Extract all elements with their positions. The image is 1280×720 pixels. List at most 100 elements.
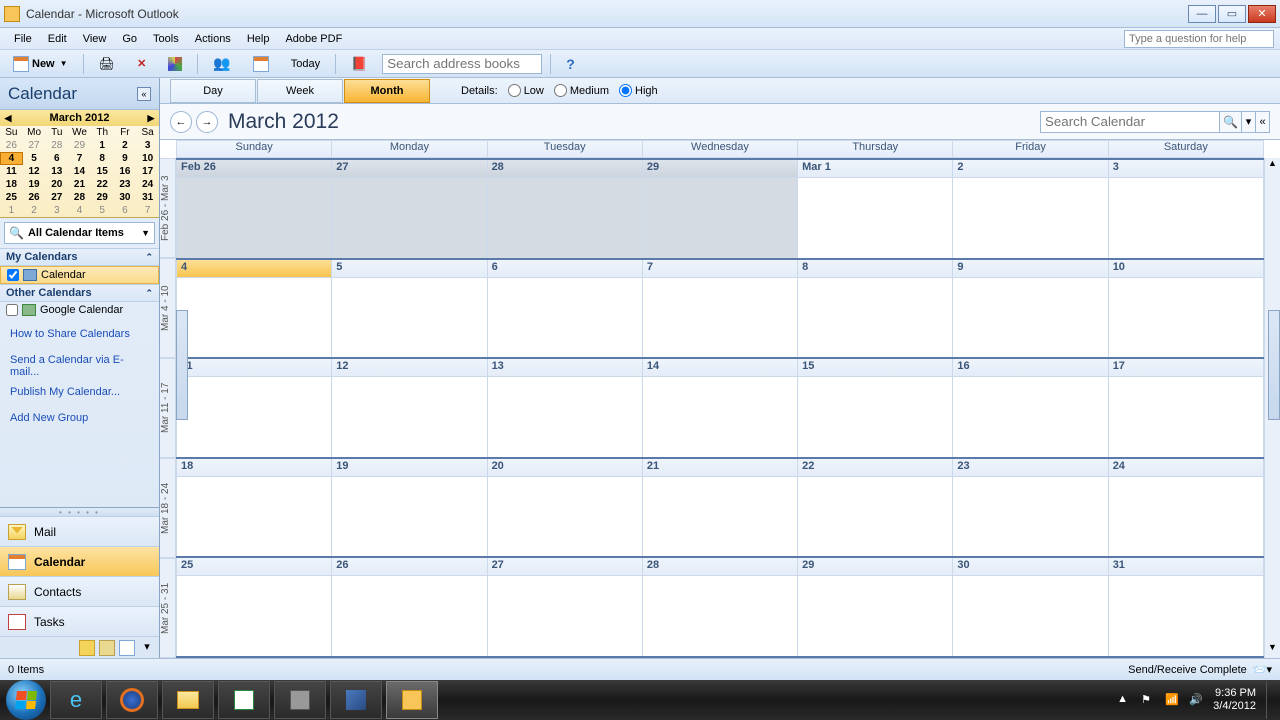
day-cell[interactable]: 14 [643,359,798,457]
mini-cal-day[interactable]: 14 [68,165,91,178]
mini-cal-day[interactable]: 2 [114,139,137,152]
search-button[interactable] [1220,111,1242,133]
mini-cal-day[interactable]: 29 [91,191,114,204]
address-book-search[interactable] [382,54,542,74]
day-cell[interactable]: 2 [953,160,1108,258]
day-cell[interactable]: Mar 1 [798,160,953,258]
details-medium[interactable]: Medium [554,84,609,97]
menu-help[interactable]: Help [239,31,278,47]
mini-cal-day[interactable]: 26 [0,139,23,152]
menu-adobe-pdf[interactable]: Adobe PDF [277,31,350,47]
next-month-button[interactable]: ▶ [145,113,157,124]
address-book-button[interactable]: 📕 [344,53,374,75]
mini-cal-day[interactable]: 22 [91,178,114,191]
day-cell[interactable]: 15 [798,359,953,457]
notes-icon[interactable] [79,640,95,656]
calendar-checkbox[interactable] [7,269,19,281]
day-cell[interactable]: 30 [953,558,1108,656]
day-cell[interactable]: 28 [643,558,798,656]
mini-cal-day[interactable]: 23 [114,178,137,191]
mini-cal-day[interactable]: 6 [114,204,137,217]
calendar-filter-dropdown[interactable]: All Calendar Items ▼ [4,222,155,244]
nav-tasks[interactable]: Tasks [0,606,159,636]
mini-cal-day[interactable]: 1 [0,204,23,217]
taskbar-outlook[interactable] [386,681,438,719]
mini-cal-day[interactable]: 25 [0,191,23,204]
day-cell[interactable]: 22 [798,459,953,557]
taskbar-excel[interactable] [218,681,270,719]
day-cell[interactable]: 28 [488,160,643,258]
mini-cal-day[interactable]: 20 [45,178,68,191]
day-cell[interactable]: 26 [332,558,487,656]
day-cell[interactable]: 25 [176,558,332,656]
minimize-button[interactable]: — [1188,5,1216,23]
menu-file[interactable]: File [6,31,40,47]
mini-cal-day[interactable]: 3 [136,139,159,152]
mini-cal-day[interactable]: 30 [114,191,137,204]
collapse-sidebar-button[interactable]: « [137,87,151,101]
day-cell[interactable]: 12 [332,359,487,457]
menu-view[interactable]: View [75,31,115,47]
day-cell[interactable]: 23 [953,459,1108,557]
day-cell[interactable]: 20 [488,459,643,557]
new-button[interactable]: New ▼ [6,53,75,75]
my-calendars-header[interactable]: My Calendars ⌃ [0,248,159,266]
week-label[interactable]: Mar 18 - 24 [160,458,176,558]
tray-flag-icon[interactable]: ⚑ [1141,693,1155,707]
mini-cal-day[interactable]: 7 [68,152,91,165]
mini-cal-day[interactable]: 9 [114,152,137,165]
mini-cal-day[interactable]: 4 [0,152,23,165]
mini-cal-day[interactable]: 10 [136,152,159,165]
mini-cal-day[interactable]: 1 [91,139,114,152]
mini-cal-day[interactable]: 4 [68,204,91,217]
mini-cal-day[interactable]: 6 [45,152,68,165]
scroll-down-button[interactable]: ▼ [1265,642,1280,658]
shortcuts-icon[interactable] [119,640,135,656]
send-calendar-link[interactable]: Send a Calendar via E-mail... [0,350,159,382]
google-calendar-checkbox[interactable] [6,304,18,316]
day-cell[interactable]: Feb 26 [176,160,332,258]
close-button[interactable]: ✕ [1248,5,1276,23]
nav-calendar[interactable]: Calendar [0,546,159,576]
week-label[interactable]: Mar 25 - 31 [160,558,176,658]
day-cell[interactable]: 24 [1109,459,1264,557]
categorize-button[interactable] [161,53,189,75]
search-options-button[interactable]: ▾ [1242,111,1256,133]
mini-cal-day[interactable]: 31 [136,191,159,204]
month-view-tab[interactable]: Month [344,79,430,103]
mini-cal-day[interactable]: 28 [45,139,68,152]
day-cell[interactable]: 7 [643,260,798,358]
show-desktop-button[interactable] [1266,681,1274,719]
send-receive-icon[interactable]: 📨▾ [1253,663,1272,676]
splitter-handle[interactable]: • • • • • [0,508,159,516]
day-cell[interactable]: 29 [798,558,953,656]
tray-clock[interactable]: 9:36 PM 3/4/2012 [1213,687,1256,713]
calendar-item[interactable]: Calendar [0,266,159,284]
day-cell[interactable]: 29 [643,160,798,258]
taskbar-firefox[interactable] [106,681,158,719]
calendar-search-input[interactable] [1040,111,1220,133]
day-cell[interactable]: 5 [332,260,487,358]
day-cell[interactable]: 11 [176,359,332,457]
taskbar-app2[interactable] [330,681,382,719]
day-cell[interactable]: 18 [176,459,332,557]
day-cell[interactable]: 4 [176,260,332,358]
mini-cal-day[interactable]: 27 [45,191,68,204]
day-cell[interactable]: 9 [953,260,1108,358]
mini-cal-day[interactable]: 8 [91,152,114,165]
day-cell[interactable]: 3 [1109,160,1264,258]
week-view-tab[interactable]: Week [257,79,343,103]
day-cell[interactable]: 10 [1109,260,1264,358]
day-cell[interactable]: 27 [332,160,487,258]
details-high[interactable]: High [619,84,658,97]
prev-period-button[interactable]: ← [170,111,192,133]
week-label[interactable]: Mar 11 - 17 [160,358,176,458]
mini-cal-day[interactable]: 11 [0,165,23,178]
mini-cal-day[interactable]: 5 [91,204,114,217]
add-group-link[interactable]: Add New Group [0,408,159,428]
publish-button[interactable] [246,53,276,75]
day-cell[interactable]: 17 [1109,359,1264,457]
mini-cal-day[interactable]: 26 [23,191,46,204]
mini-cal-day[interactable]: 29 [68,139,91,152]
mini-cal-day[interactable]: 17 [136,165,159,178]
